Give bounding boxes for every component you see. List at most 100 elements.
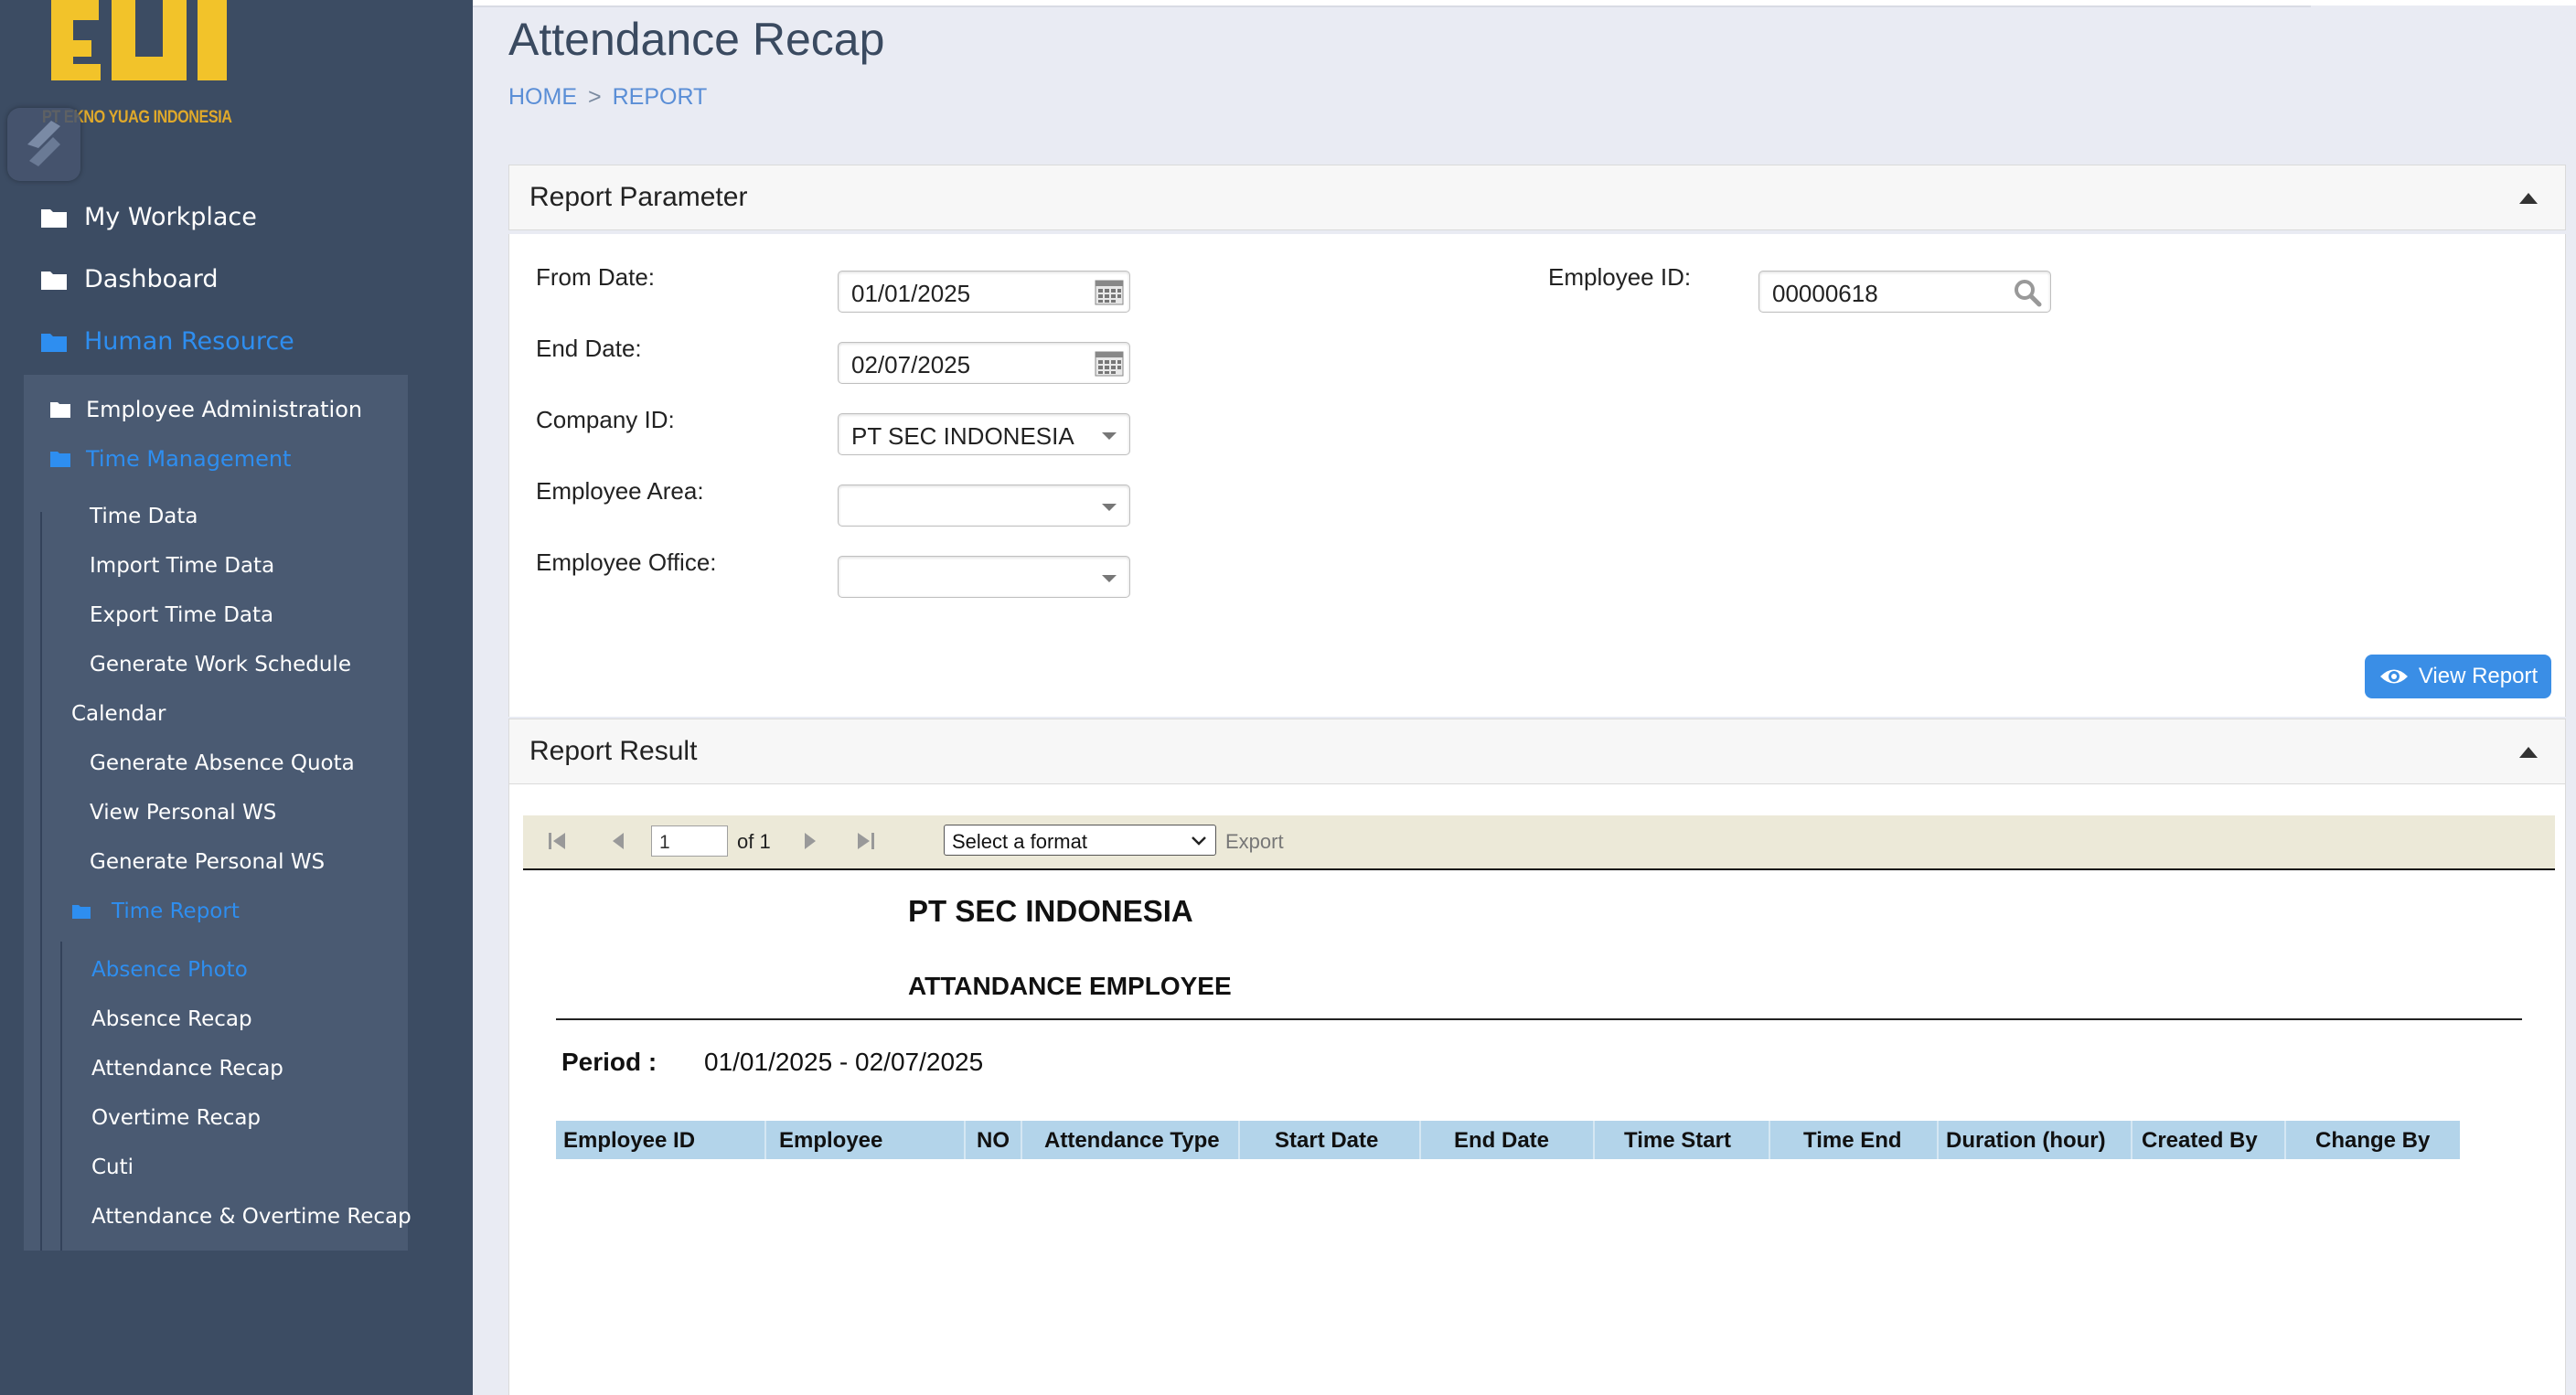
sidebar-item-absence-photo[interactable]: Absence Photo <box>91 958 248 982</box>
report-viewer-toolbar: 1 of 1 Select a format Export <box>523 815 2555 870</box>
breadcrumb-separator: > <box>588 84 602 110</box>
last-page-icon[interactable] <box>852 828 878 854</box>
sidebar-item-label: Calendar <box>71 702 166 726</box>
sidebar-item-calendar[interactable]: Calendar <box>71 702 166 726</box>
calendar-icon[interactable] <box>1095 279 1124 306</box>
view-report-label: View Report <box>2418 664 2539 688</box>
column-header-time-end: Time End <box>1803 1128 1902 1153</box>
report-parameter-body <box>508 234 2566 717</box>
sidebar-item-label: Attendance & Overtime Recap <box>91 1205 412 1229</box>
sidebar-item-label: Import Time Data <box>90 554 275 578</box>
column-divider <box>1419 1121 1421 1159</box>
export-format-select[interactable]: Select a format <box>944 825 1216 856</box>
sidebar-item-generate-absence-quota[interactable]: Generate Absence Quota <box>90 751 355 775</box>
breadcrumb-home-link[interactable]: HOME <box>508 84 577 110</box>
sidebar-item-dashboard[interactable]: Dashboard <box>40 265 218 293</box>
column-header-start-date: Start Date <box>1275 1128 1379 1153</box>
column-header-duration: Duration (hour) <box>1946 1128 2106 1153</box>
sidebar-item-label: Attendance Recap <box>91 1057 283 1081</box>
end-date-input[interactable]: 02/07/2025 <box>838 342 1130 384</box>
panel-title: Report Parameter <box>529 182 748 212</box>
breadcrumb: HOME > REPORT <box>508 84 707 111</box>
calendar-icon[interactable] <box>1095 350 1124 378</box>
period-value: 01/01/2025 - 02/07/2025 <box>704 1048 984 1076</box>
employee-id-input[interactable]: 00000618 <box>1758 271 2051 313</box>
collapse-caret-icon[interactable] <box>2519 193 2538 204</box>
sidebar-item-attendance-overtime-recap[interactable]: Attendance & Overtime Recap <box>91 1205 412 1229</box>
report-parameter-header[interactable]: Report Parameter <box>508 165 2566 230</box>
sidebar-item-import-time-data[interactable]: Import Time Data <box>90 554 274 578</box>
page-number-input[interactable]: 1 <box>651 825 728 857</box>
sidebar-item-label: Export Time Data <box>90 603 274 627</box>
sidebar-item-label: Employee Administration <box>86 397 363 422</box>
sidebar-item-absence-recap[interactable]: Absence Recap <box>91 1007 252 1031</box>
column-divider <box>1593 1121 1595 1159</box>
sidebar-item-label: Generate Absence Quota <box>90 751 355 775</box>
view-report-button[interactable]: View Report <box>2365 655 2551 698</box>
end-date-label: End Date: <box>536 335 642 362</box>
page-count-label: of 1 <box>737 830 771 853</box>
search-icon[interactable] <box>2012 277 2043 308</box>
folder-icon <box>72 905 91 919</box>
sidebar-item-label: Absence Recap <box>91 1007 252 1031</box>
chevron-down-icon <box>1192 836 1206 846</box>
column-header-no: NO <box>977 1128 1010 1153</box>
report-result-header[interactable]: Report Result <box>508 719 2566 784</box>
from-date-input[interactable]: 01/01/2025 <box>838 271 1130 313</box>
employee-office-select[interactable] <box>838 556 1130 598</box>
employee-area-select[interactable] <box>838 485 1130 527</box>
from-date-value: 01/01/2025 <box>851 280 971 307</box>
sidebar-item-view-personal-ws[interactable]: View Personal WS <box>90 801 276 825</box>
sidebar-item-export-time-data[interactable]: Export Time Data <box>90 603 273 627</box>
folder-icon <box>41 208 67 228</box>
chevron-down-icon <box>1102 504 1117 511</box>
sidebar-item-time-report[interactable]: Time Report <box>71 900 240 923</box>
sidebar-item-label: View Personal WS <box>90 801 277 825</box>
panel-title: Report Result <box>529 736 698 766</box>
employee-office-label: Employee Office: <box>536 548 717 576</box>
logo-mark-icon <box>51 0 227 80</box>
collapse-caret-icon[interactable] <box>2519 747 2538 758</box>
folder-icon <box>41 333 67 352</box>
report-company-name: PT SEC INDONESIA <box>908 894 1193 928</box>
first-page-icon[interactable] <box>545 828 571 854</box>
end-date-value: 02/07/2025 <box>851 351 971 378</box>
column-header-created-by: Created By <box>2142 1128 2258 1153</box>
sidebar-item-time-data[interactable]: Time Data <box>90 505 198 528</box>
employee-id-value: 00000618 <box>1772 280 1878 307</box>
column-divider <box>1937 1121 1939 1159</box>
period-label: Period : <box>561 1048 657 1076</box>
format-select-value: Select a format <box>952 830 1087 853</box>
sidebar-item-label: Time Report <box>112 900 240 923</box>
export-link[interactable]: Export <box>1225 830 1284 854</box>
sidebar-item-time-management[interactable]: Time Management <box>49 446 291 472</box>
sidebar-item-employee-administration[interactable]: Employee Administration <box>49 397 362 422</box>
column-divider <box>1021 1121 1022 1159</box>
column-header-employee: Employee <box>779 1128 883 1153</box>
next-page-icon[interactable] <box>797 828 823 854</box>
chevron-down-icon <box>1102 432 1117 440</box>
eye-icon <box>2379 669 2408 684</box>
sidebar-collapse-toggle[interactable] <box>7 108 80 181</box>
sidebar-item-human-resource[interactable]: Human Resource <box>40 327 294 356</box>
folder-icon <box>50 452 70 467</box>
previous-page-icon[interactable] <box>605 828 631 854</box>
sidebar-item-my-workplace[interactable]: My Workplace <box>40 203 257 231</box>
sidebar-item-attendance-recap[interactable]: Attendance Recap <box>91 1057 283 1081</box>
sidebar-item-cuti[interactable]: Cuti <box>91 1155 134 1179</box>
company-id-label: Company ID: <box>536 406 675 433</box>
breadcrumb-report-link[interactable]: REPORT <box>613 84 708 110</box>
sidebar-item-generate-personal-ws[interactable]: Generate Personal WS <box>90 850 325 874</box>
column-divider <box>2284 1121 2286 1159</box>
company-id-select[interactable]: PT SEC INDONESIA <box>838 413 1130 455</box>
report-title: ATTANDANCE EMPLOYEE <box>908 972 1232 1000</box>
sidebar-item-label: Time Data <box>90 505 198 528</box>
column-divider <box>764 1121 766 1159</box>
sidebar-item-label: My Workplace <box>84 203 257 231</box>
column-header-employee-id: Employee ID <box>563 1128 696 1153</box>
column-header-end-date: End Date <box>1454 1128 1550 1153</box>
tree-line <box>40 512 42 1251</box>
employee-area-label: Employee Area: <box>536 477 704 505</box>
sidebar-item-generate-work-schedule[interactable]: Generate Work Schedule <box>90 653 351 676</box>
sidebar-item-overtime-recap[interactable]: Overtime Recap <box>91 1106 261 1130</box>
